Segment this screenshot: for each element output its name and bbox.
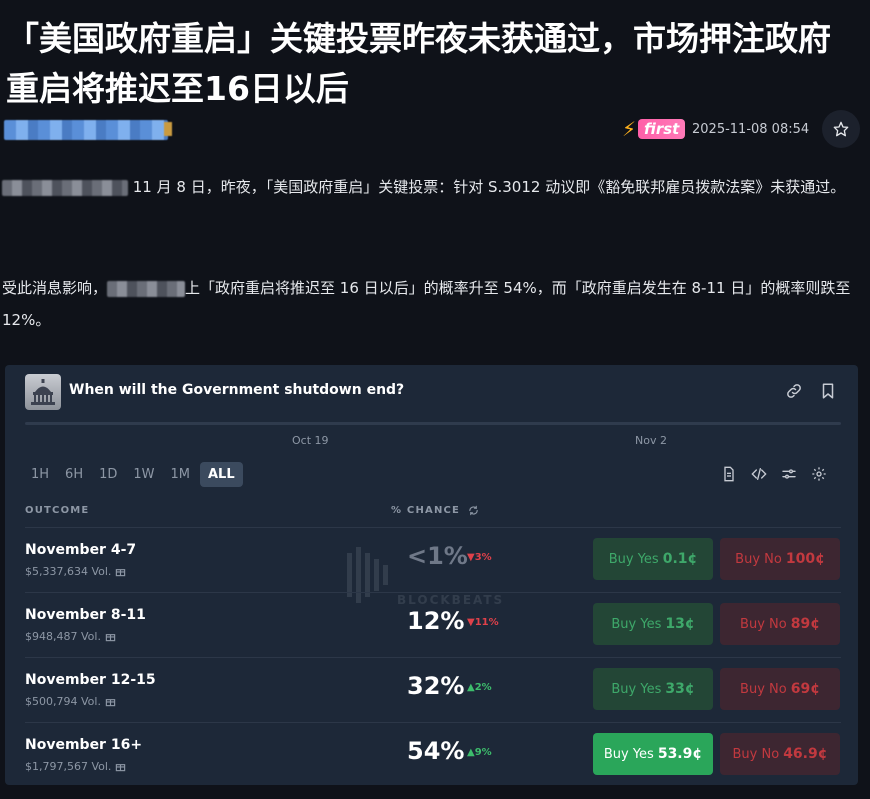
- buy-no-button[interactable]: Buy No 46.9¢: [720, 733, 840, 775]
- outcome-volume: $5,337,634 Vol.: [25, 565, 126, 578]
- outcome-change: ▼11%: [467, 617, 499, 628]
- volume-text: $1,797,567 Vol.: [25, 760, 112, 773]
- outcome-row: November 4-7 $5,337,634 Vol. <1% ▼3% Buy…: [25, 527, 841, 592]
- buy-no-button[interactable]: Buy No 100¢: [720, 538, 840, 580]
- chart-tools: [721, 466, 827, 482]
- buy-yes-label: Buy Yes: [608, 551, 659, 567]
- outcome-row: November 8-11 $948,487 Vol. 12% ▼11% Buy…: [25, 592, 841, 657]
- buy-yes-label: Buy Yes: [611, 681, 662, 697]
- buy-yes-price: 0.1¢: [662, 551, 698, 567]
- outcome-row: November 12-15 $500,794 Vol. 32% ▲2% Buy…: [25, 657, 841, 722]
- buy-yes-button[interactable]: Buy Yes 53.9¢: [593, 733, 713, 775]
- volume-text: $500,794 Vol.: [25, 695, 101, 708]
- outcome-change: ▲9%: [467, 747, 492, 758]
- buy-no-price: 100¢: [785, 551, 825, 567]
- document-icon[interactable]: [721, 466, 737, 482]
- axis-date-label: Oct 19: [292, 434, 329, 447]
- buy-yes-price: 33¢: [665, 681, 695, 697]
- refresh-icon[interactable]: [468, 505, 479, 516]
- timeframe-1m[interactable]: 1M: [165, 462, 197, 487]
- buy-yes-label: Buy Yes: [611, 616, 662, 632]
- buy-no-label: Buy No: [740, 681, 787, 697]
- article-meta: ⚡ first 2025-11-08 08:54: [0, 110, 870, 150]
- buy-yes-price: 53.9¢: [657, 746, 703, 762]
- outcome-percent: 54%: [407, 737, 465, 765]
- capitol-image: [25, 374, 61, 410]
- publish-date: 2025-11-08 08:54: [692, 122, 810, 137]
- gear-icon[interactable]: [811, 466, 827, 482]
- buy-no-price: 46.9¢: [783, 746, 828, 762]
- gift-icon: [105, 699, 116, 707]
- buy-no-label: Buy No: [735, 551, 782, 567]
- gift-icon: [105, 634, 116, 642]
- volume-text: $948,487 Vol.: [25, 630, 101, 643]
- first-badge: ⚡ first: [622, 117, 686, 141]
- article-paragraph-1: 11 月 8 日，昨夜，「美国政府重启」关键投票：针对 S.3012 动议即《豁…: [2, 171, 862, 203]
- article-headline: 「美国政府重启」关键投票昨夜未获通过，市场押注政府重启将推迟至16日以后: [6, 19, 831, 108]
- bookmark-icon[interactable]: [819, 382, 837, 400]
- outcome-name[interactable]: November 12-15: [25, 672, 156, 688]
- outcome-volume: $1,797,567 Vol.: [25, 760, 126, 773]
- market-header: When will the Government shutdown end?: [25, 374, 845, 410]
- timeframe-1h[interactable]: 1H: [25, 462, 55, 487]
- timeframe-1d[interactable]: 1D: [93, 462, 123, 487]
- volume-text: $5,337,634 Vol.: [25, 565, 112, 578]
- outcome-row: November 16+ $1,797,567 Vol. 54% ▲9% Buy…: [25, 722, 841, 785]
- buy-no-label: Buy No: [740, 616, 787, 632]
- star-icon: [833, 121, 849, 137]
- buy-yes-label: Buy Yes: [603, 746, 654, 762]
- outcome-change: ▲2%: [467, 682, 492, 693]
- buy-no-label: Buy No: [732, 746, 780, 762]
- link-icon[interactable]: [785, 382, 803, 400]
- timeframe-selector: 1H 6H 1D 1W 1M ALL: [25, 462, 243, 487]
- lightning-icon: ⚡: [622, 117, 637, 141]
- paragraph-2-start: 受此消息影响，: [2, 279, 108, 297]
- platform-name-blurred: [107, 280, 186, 297]
- gift-icon: [116, 764, 126, 772]
- buy-yes-button[interactable]: Buy Yes 0.1¢: [593, 538, 713, 580]
- capitol-icon: [31, 379, 55, 405]
- code-icon[interactable]: [751, 466, 767, 482]
- axis-date-label: Nov 2: [635, 434, 667, 447]
- first-badge-label: first: [638, 119, 686, 139]
- outcome-name[interactable]: November 8-11: [25, 607, 146, 623]
- outcome-percent: <1%: [407, 542, 468, 570]
- sliders-icon[interactable]: [781, 466, 797, 482]
- outcome-name[interactable]: November 4-7: [25, 542, 136, 558]
- outcome-volume: $948,487 Vol.: [25, 630, 116, 643]
- outcome-column-header: OUTCOME: [25, 505, 90, 516]
- market-embed: When will the Government shutdown end? O…: [5, 365, 858, 785]
- source-blurred: [2, 179, 128, 196]
- timeframe-all[interactable]: ALL: [200, 462, 243, 487]
- favorite-button[interactable]: [822, 110, 860, 148]
- author-name-blurred[interactable]: [4, 120, 172, 140]
- outcome-change: ▼3%: [467, 552, 492, 563]
- gift-icon: [116, 569, 126, 577]
- outcome-percent: 32%: [407, 672, 465, 700]
- buy-no-button[interactable]: Buy No 89¢: [720, 603, 840, 645]
- market-title: When will the Government shutdown end?: [69, 382, 405, 398]
- timeframe-6h[interactable]: 6H: [59, 462, 89, 487]
- article-paragraph-2: 受此消息影响， 上「政府重启将推迟至 16 日以后」的概率升至 54%，而「政府重…: [2, 272, 862, 336]
- buy-no-price: 69¢: [790, 681, 820, 697]
- buy-yes-button[interactable]: Buy Yes 33¢: [593, 668, 713, 710]
- chance-header-label: % CHANCE: [391, 505, 461, 516]
- buy-yes-price: 13¢: [665, 616, 695, 632]
- outcome-percent: 12%: [407, 607, 465, 635]
- outcome-volume: $500,794 Vol.: [25, 695, 116, 708]
- outcome-name[interactable]: November 16+: [25, 737, 142, 753]
- paragraph-1-text: 11 月 8 日，昨夜，「美国政府重启」关键投票：针对 S.3012 动议即《豁…: [128, 178, 846, 196]
- buy-no-price: 89¢: [790, 616, 820, 632]
- chart-range-bar[interactable]: [25, 422, 841, 425]
- buy-no-button[interactable]: Buy No 69¢: [720, 668, 840, 710]
- chance-column-header: % CHANCE: [391, 505, 479, 516]
- timeframe-1w[interactable]: 1W: [127, 462, 160, 487]
- buy-yes-button[interactable]: Buy Yes 13¢: [593, 603, 713, 645]
